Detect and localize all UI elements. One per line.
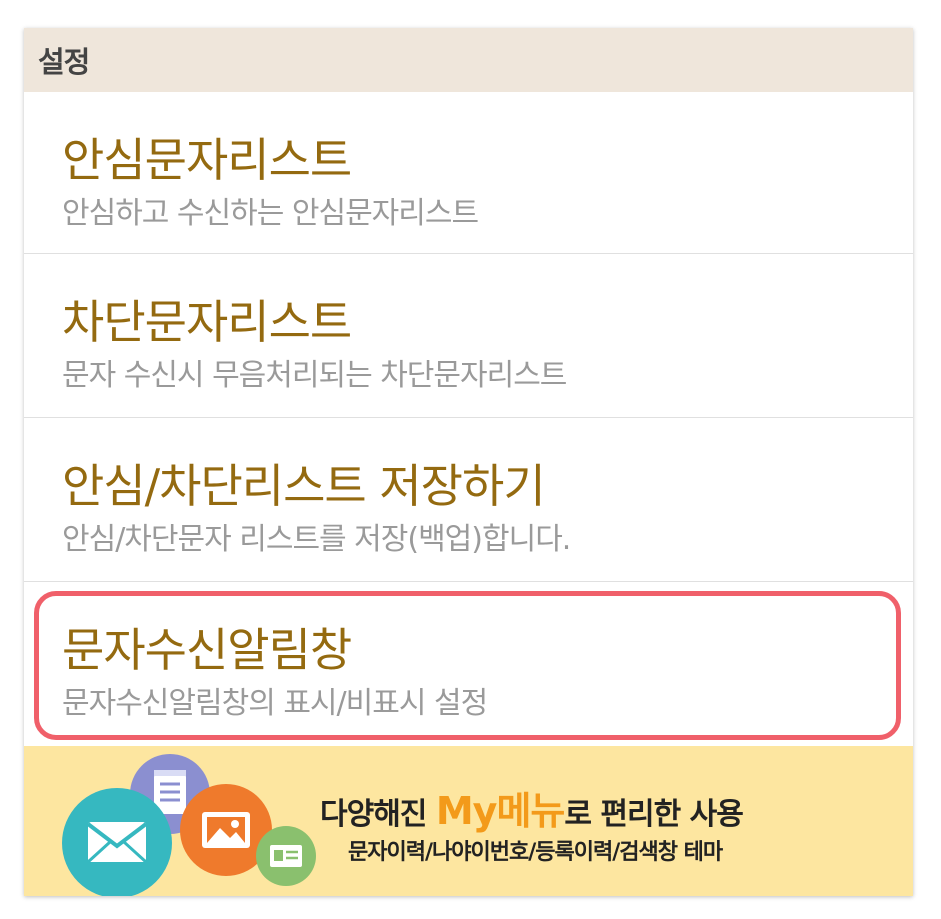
banner-subline: 문자이력/나야이번호/등록이력/검색창 테마 — [348, 840, 723, 865]
menu-item-title: 안심/차단리스트 저장하기 — [62, 459, 546, 513]
menu-item-title: 안심문자리스트 — [62, 133, 352, 187]
menu-item-block-list[interactable]: 차단문자리스트 문자 수신시 무음처리되는 차단문자리스트 — [24, 254, 913, 418]
banner-headline-pre: 다양해진 — [320, 797, 436, 832]
banner-headline-accent: My메뉴 — [435, 789, 566, 833]
contact-card-icon — [256, 826, 316, 886]
menu-item-message-alert[interactable]: 문자수신알림창 문자수신알림창의 표시/비표시 설정 — [24, 582, 913, 746]
promo-banner[interactable]: 다양해진 My메뉴로 편리한 사용 문자이력/나야이번호/등록이력/검색창 테마 — [24, 746, 913, 896]
menu-item-desc: 문자수신알림창의 표시/비표시 설정 — [62, 686, 488, 721]
settings-header: 설정 — [24, 28, 913, 92]
header-title: 설정 — [38, 45, 90, 79]
menu-item-desc: 안심/차단문자 리스트를 저장(백업)합니다. — [62, 522, 571, 557]
settings-panel: 설정 안심문자리스트 안심하고 수신하는 안심문자리스트 차단문자리스트 문자 … — [24, 28, 913, 896]
menu-item-desc: 안심하고 수신하는 안심문자리스트 — [62, 196, 479, 231]
banner-headline: 다양해진 My메뉴로 편리한 사용 — [320, 780, 744, 835]
banner-headline-post: 로 편리한 사용 — [564, 797, 743, 832]
menu-item-safe-list[interactable]: 안심문자리스트 안심하고 수신하는 안심문자리스트 — [24, 92, 913, 254]
menu-item-title: 문자수신알림창 — [62, 623, 352, 677]
menu-item-title: 차단문자리스트 — [62, 295, 352, 349]
mail-icon — [62, 788, 172, 896]
menu-item-desc: 문자 수신시 무음처리되는 차단문자리스트 — [62, 358, 567, 393]
menu-item-save-lists[interactable]: 안심/차단리스트 저장하기 안심/차단문자 리스트를 저장(백업)합니다. — [24, 418, 913, 582]
